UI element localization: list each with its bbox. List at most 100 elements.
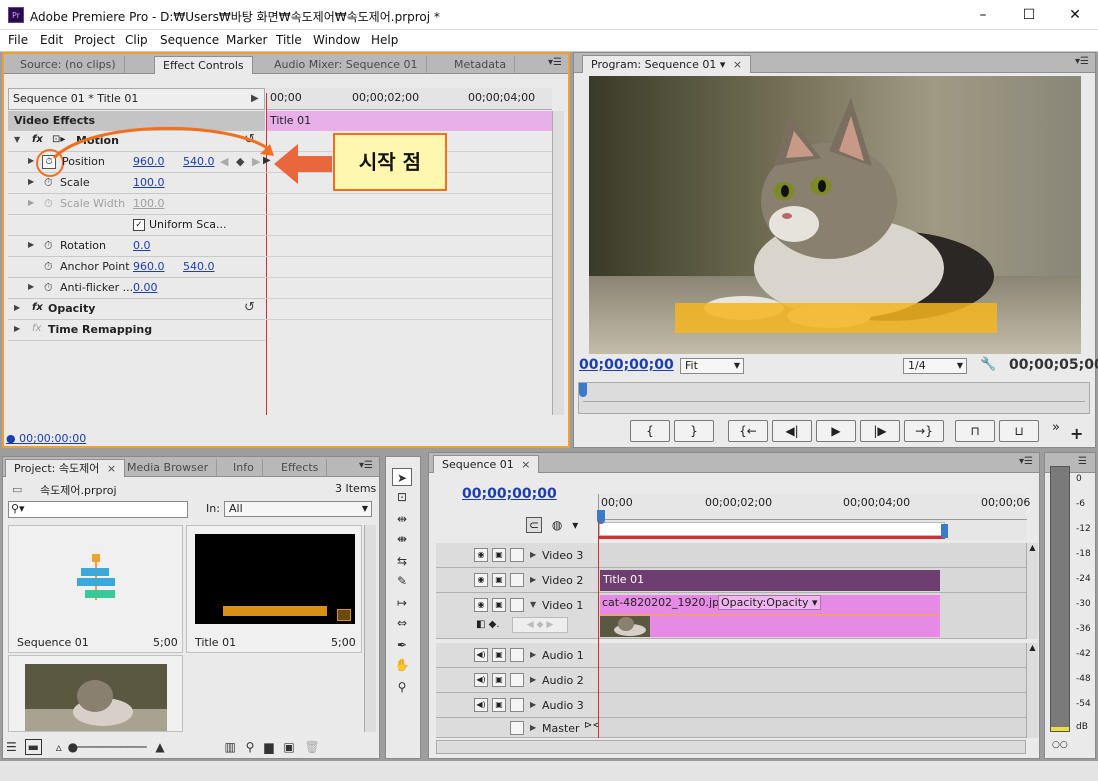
more-controls-icon[interactable]: » [1052,420,1060,435]
track-select-tool-icon[interactable]: ⊡ [392,488,412,506]
tab-audio-mixer[interactable]: Audio Mixer: Sequence 01 [266,56,427,74]
work-area-end-handle[interactable] [941,524,948,538]
expand-triangle-icon[interactable]: ▶ [28,282,34,291]
menu-file[interactable]: File [8,33,28,47]
selection-tool-icon[interactable]: ➤ [392,468,412,486]
sync-lock-icon[interactable]: ▣ [492,673,506,687]
opacity-dropdown[interactable]: Opacity:Opacity ▾ [718,595,821,610]
expand-triangle-icon[interactable]: ▶ [530,700,536,709]
track-video-1[interactable]: cat-4820202_1920.jpg Opacity:Opacity ▾ [598,593,1026,639]
rolling-edit-tool-icon[interactable]: ⇼ [392,530,412,548]
set-encore-marker-icon[interactable]: ◍ [552,518,562,532]
track-audio-1[interactable] [598,643,1026,668]
tab-metadata[interactable]: Metadata [446,56,516,74]
stopwatch-icon[interactable]: ⏱ [44,260,53,274]
razor-tool-icon[interactable]: ✎ [392,572,412,590]
add-button-icon[interactable]: + [1070,424,1083,443]
mark-out-button[interactable]: } [674,420,714,442]
timeline-playhead-line[interactable] [598,520,599,738]
track-lock-icon[interactable] [510,548,524,562]
track-header-audio-3[interactable]: ◀) ▣ ▶ Audio 3 [436,693,598,718]
menu-help[interactable]: Help [371,33,398,47]
zoom-slider[interactable]: ●─────────── [68,740,147,754]
track-video-3[interactable] [598,543,1026,568]
expand-triangle-icon[interactable]: ▶ [530,675,536,684]
menu-sequence[interactable]: Sequence [160,33,219,47]
pen-tool-icon[interactable]: ✒ [392,636,412,654]
zoom-in-icon[interactable]: ▲ [155,740,164,754]
audio-tracks-scrollbar[interactable]: ▲ [1026,643,1038,738]
snap-icon[interactable]: ⊂ [526,517,543,533]
play-button[interactable]: ▶ [816,420,856,442]
zoom-tool-icon[interactable]: ⚲ [392,678,412,696]
panel-menu-icon[interactable]: ▾☰ [1019,456,1033,467]
track-lock-icon[interactable] [510,721,524,735]
expand-triangle-icon[interactable]: ▶ [530,550,536,559]
time-remap-row[interactable]: ▶ fx Time Remapping [8,320,265,341]
stopwatch-icon[interactable]: ⏱ [44,239,53,253]
rotation-value[interactable]: 0.0 [133,239,151,252]
sync-lock-icon[interactable]: ▣ [492,573,506,587]
track-lock-icon[interactable] [510,673,524,687]
timeline-horizontal-scrollbar[interactable] [436,740,1026,754]
anchor-y-value[interactable]: 540.0 [183,260,215,273]
eye-icon[interactable]: ◉ [474,548,488,562]
menu-edit[interactable]: Edit [40,33,63,47]
antiflicker-value[interactable]: 0.00 [133,281,158,294]
settings-wrench-icon[interactable]: 🔧 [980,357,996,372]
step-back-button[interactable]: ◀| [772,420,812,442]
menu-clip[interactable]: Clip [125,33,148,47]
close-button[interactable]: ✕ [1052,0,1098,30]
tab-source[interactable]: Source: (no clips) [12,56,125,74]
fx-icon[interactable]: fx [32,302,43,313]
go-to-in-button[interactable]: {← [728,420,768,442]
track-lock-icon[interactable] [510,648,524,662]
slide-tool-icon[interactable]: ⇔ [392,614,412,632]
track-header-video-2[interactable]: ◉ ▣ ▶ Video 2 [436,568,598,593]
project-search-input[interactable]: ⚲▾ [8,501,188,518]
image-clip[interactable]: cat-4820202_1920.jpg Opacity:Opacity ▾ [600,595,940,637]
anchor-x-value[interactable]: 960.0 [133,260,165,273]
expand-triangle-icon[interactable]: ▶ [14,324,20,333]
keyframe-nav-icon[interactable]: ◀ ◆ ▶ [512,617,568,633]
automate-icon[interactable]: ▥ [224,740,235,754]
panel-menu-icon[interactable]: ▾☰ [548,57,562,68]
sync-lock-icon[interactable]: ▣ [492,548,506,562]
tab-info[interactable]: Info [225,459,263,477]
uniform-scale-checkbox[interactable]: ✓ [133,219,145,231]
anchor-row[interactable]: ⏱ Anchor Point 960.0 540.0 [8,257,265,278]
menu-project[interactable]: Project [74,33,115,47]
display-style-icon[interactable]: ◧ ◆. [476,619,500,630]
timeline-ruler[interactable]: 00;00 00;00;02;00 00;00;04;00 00;00;06 [597,494,1030,540]
list-view-icon[interactable]: ☰ [6,740,17,754]
speaker-icon[interactable]: ◀) [474,648,488,662]
go-to-out-button[interactable]: →} [904,420,944,442]
tab-media-browser[interactable]: Media Browser [119,459,218,477]
expand-triangle-icon[interactable]: ▶ [14,303,20,312]
tab-project[interactable]: Project: 속도제어 × [5,459,126,477]
solo-buttons-icon[interactable]: ○○ [1052,740,1068,750]
clear-icon[interactable]: 🗑 [305,740,320,754]
timeline-timecode[interactable]: 00;00;00;00 [462,486,557,502]
project-scrollbar[interactable] [364,525,376,732]
add-marker-icon[interactable]: ▾ [572,518,578,532]
find-icon[interactable]: ⚲ [246,740,255,754]
video-tracks-scrollbar[interactable]: ▲ [1026,543,1038,639]
program-playhead[interactable] [579,383,587,397]
zoom-out-icon[interactable]: ▵ [56,740,62,754]
track-header-video-1[interactable]: ◉ ▣ ▼ Video 1 ◧ ◆. ◀ ◆ ▶ [436,593,598,639]
step-forward-button[interactable]: |▶ [860,420,900,442]
eye-icon[interactable]: ◉ [474,598,488,612]
new-bin-icon[interactable]: ▆ [264,740,273,754]
fit-dropdown[interactable]: Fit ▼ [680,358,744,374]
expand-triangle-icon[interactable]: ▶ [530,723,536,732]
track-master[interactable] [598,718,1026,738]
track-header-master[interactable]: ▶ Master ⊳⊲ [436,718,601,738]
collapse-triangle-icon[interactable]: ▼ [530,600,536,609]
stopwatch-icon[interactable]: ⏱ [44,281,53,295]
track-audio-2[interactable] [598,668,1026,693]
minimize-button[interactable]: – [960,0,1006,30]
track-header-audio-2[interactable]: ◀) ▣ ▶ Audio 2 [436,668,598,693]
effect-timecode[interactable]: ● 00;00:00:00 [6,432,86,445]
tab-program[interactable]: Program: Sequence 01 ▾ × [582,55,752,73]
